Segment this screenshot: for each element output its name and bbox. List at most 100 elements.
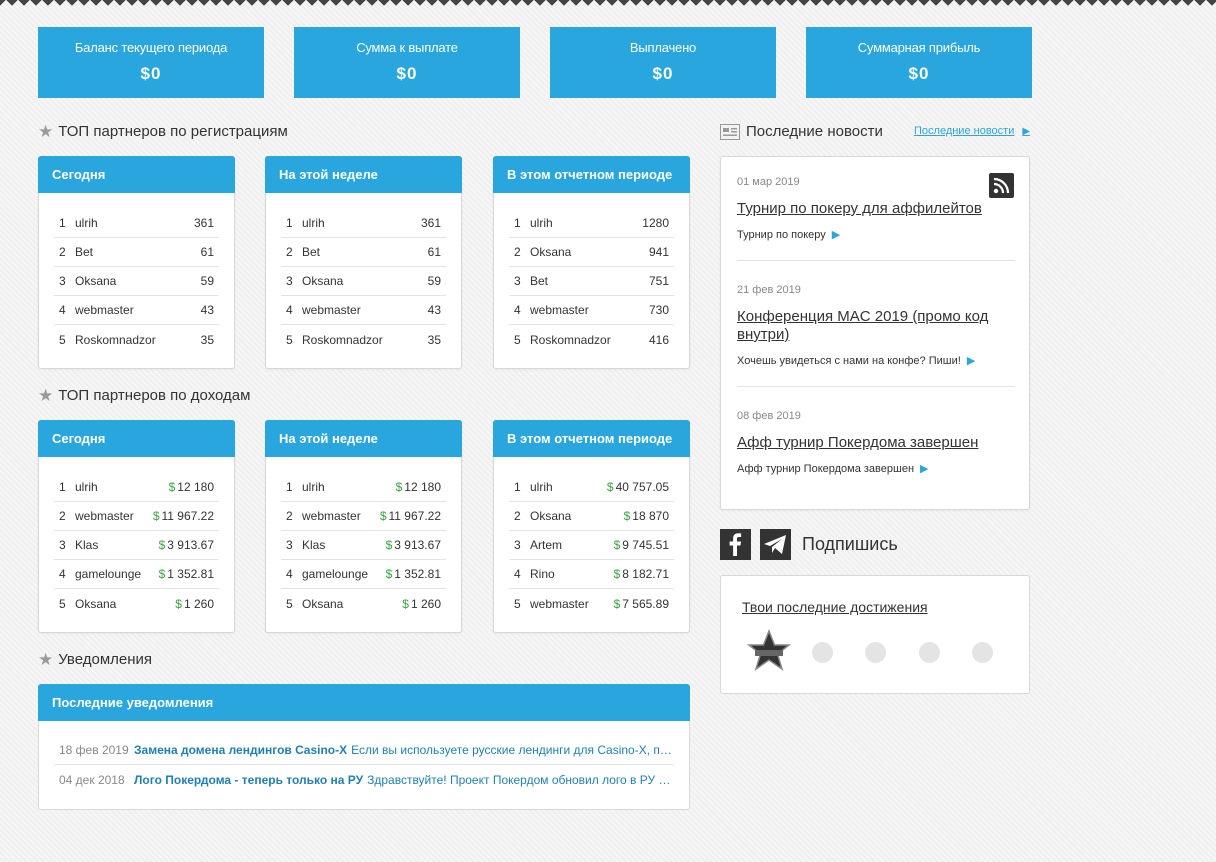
income-value: $8 182.71 (614, 567, 674, 581)
table-row: 2 Oksana 941 (509, 238, 674, 267)
table-row: 4 webmaster 43 (281, 296, 446, 325)
income-value: $18 870 (624, 509, 674, 523)
achievement-placeholder (919, 642, 940, 663)
notification-text-link[interactable]: Если вы используете русские лендинги для… (351, 743, 674, 757)
registrations-value: 35 (200, 332, 214, 347)
triangle-right-icon: ▶ (1022, 125, 1031, 137)
income-value: $40 757.05 (607, 480, 674, 494)
news-item: 21 фев 2019 Конференция MAC 2019 (промо … (737, 284, 1015, 367)
ranking-card-header: В этом отчетном периоде (493, 156, 690, 193)
amount: 11 967.22 (161, 509, 215, 523)
rank-number: 2 (286, 245, 293, 259)
partner-name: Artem (530, 538, 563, 552)
level-star-badge-icon[interactable] (745, 628, 793, 678)
table-row: 3 Bet 751 (509, 267, 674, 296)
amount: 1 260 (183, 596, 214, 611)
partner-name: gamelounge (75, 567, 142, 581)
registrations-value: 61 (427, 245, 441, 259)
section-title-income: ★ ТОП партнеров по доходам (38, 387, 250, 404)
news-subtext[interactable]: Хочешь увидеться с нами на конфе? Пиши! (737, 355, 961, 367)
currency-symbol: $ (385, 567, 393, 581)
currency-symbol: $ (402, 596, 409, 611)
notification-row[interactable]: 04 дек 2018 Лого Покердома - теперь тольк… (54, 765, 674, 794)
facebook-icon[interactable] (720, 529, 751, 560)
news-subtext-link[interactable]: Хочешь увидеться с нами на конфе? Пиши! ▶ (737, 354, 1015, 368)
registrations-value: 59 (427, 274, 441, 288)
table-row: 4 webmaster 730 (509, 296, 674, 325)
rank-number: 5 (514, 596, 521, 611)
news-headline-link[interactable]: Афф турнир Покердома завершен (737, 434, 1015, 452)
amount: 12 180 (177, 480, 214, 494)
top-zigzag-border (0, 0, 1216, 6)
news-date: 21 фев 2019 (737, 284, 801, 296)
rank-number: 2 (514, 245, 521, 259)
currency-symbol: $ (395, 480, 403, 494)
all-news-link-text[interactable]: Последние новости (914, 125, 1014, 137)
all-news-link[interactable]: Последние новости ▶ (914, 125, 1030, 137)
income-value: $12 180 (396, 480, 446, 494)
rank-number: 1 (59, 216, 66, 230)
section-title-notifications: ★ Уведомления (38, 651, 152, 668)
table-row: 3 Klas $3 913.67 (54, 531, 219, 560)
table-row: 4 gamelounge $1 352.81 (281, 560, 446, 589)
income-value: $3 913.67 (159, 538, 219, 552)
income-value: $11 967.22 (380, 509, 446, 523)
news-date: 08 фев 2019 (737, 410, 801, 422)
news-subtext[interactable]: Турнир по покеру (737, 229, 826, 241)
news-subtext[interactable]: Афф турнир Покердома завершен (737, 463, 914, 475)
partner-name: Rino (530, 567, 555, 581)
registrations-value: 43 (200, 303, 214, 317)
stat-label: Суммарная прибыль (857, 40, 981, 55)
news-subtext-link[interactable]: Турнир по покеру ▶ (737, 228, 1015, 242)
rank-number: 3 (286, 538, 293, 552)
rank-number: 2 (59, 509, 66, 523)
notification-date: 04 дек 2018 (59, 772, 125, 787)
income-value: $1 352.81 (159, 567, 219, 581)
rank-number: 1 (59, 480, 66, 494)
stat-card-balance: Баланс текущего периода $0 (38, 27, 264, 98)
currency-symbol: $ (168, 480, 176, 494)
notification-title-link[interactable]: Лого Покердома - теперь только на РУ (134, 773, 363, 787)
table-row: 1 ulrih $12 180 (281, 473, 446, 502)
income-value: $9 745.51 (614, 538, 674, 552)
amount: 40 757.05 (615, 480, 669, 494)
partner-name: webmaster (75, 303, 134, 317)
news-headline-link[interactable]: Конференция MAC 2019 (промо код внутри) (737, 308, 1015, 344)
news-subtext-link[interactable]: Афф турнир Покердома завершен ▶ (737, 462, 1015, 476)
income-value: $1 260 (175, 597, 219, 611)
partner-name: Bet (530, 274, 549, 288)
rank-number: 5 (59, 332, 66, 347)
stat-value: $0 (140, 64, 162, 83)
notification-row[interactable]: 18 фев 2019 Замена домена лендингов Casin… (54, 736, 674, 765)
partner-name: webmaster (530, 303, 589, 317)
currency-symbol: $ (613, 596, 621, 611)
table-row: 4 Rino $8 182.71 (509, 560, 674, 589)
partner-name: Oksana (75, 274, 117, 288)
ranking-card: Сегодня 1 ulrih $12 180 2 webmaster $11 967.22… (38, 420, 235, 633)
notification-title-link[interactable]: Замена домена лендингов Casino-X (134, 743, 347, 757)
notifications-card: Последние уведомления 18 фев 2019 Замена … (38, 684, 690, 810)
partner-name: ulrih (530, 480, 553, 494)
star-icon: ★ (38, 386, 54, 405)
ranking-card-header: В этом отчетном периоде (493, 420, 690, 457)
rank-number: 4 (59, 567, 66, 581)
partner-name: Bet (75, 245, 94, 259)
table-row: 5 Oksana $1 260 (281, 589, 446, 618)
rank-number: 4 (286, 567, 293, 581)
partner-name: Roskomnadzor (302, 332, 383, 347)
table-row: 2 Oksana $18 870 (509, 502, 674, 531)
achievements-title-link[interactable]: Твои последние достижения (742, 599, 928, 615)
telegram-icon[interactable] (760, 529, 791, 560)
partner-name: Oksana (530, 245, 572, 259)
notification-text-link[interactable]: Здравствуйте! Проект Покердом обновил ло… (367, 773, 674, 787)
ranking-card-header: Сегодня (38, 420, 235, 457)
table-row: 5 Roskomnadzor 35 (54, 325, 219, 354)
news-headline-link[interactable]: Турнир по покеру для аффилейтов (737, 200, 1015, 218)
partner-name: webmaster (302, 303, 361, 317)
currency-symbol: $ (623, 509, 631, 523)
income-value: $12 180 (169, 480, 219, 494)
news-title-text: Последние новости (746, 123, 883, 140)
registrations-value: 59 (200, 274, 214, 288)
partner-name: ulrih (530, 216, 553, 230)
table-row: 4 webmaster 43 (54, 296, 219, 325)
